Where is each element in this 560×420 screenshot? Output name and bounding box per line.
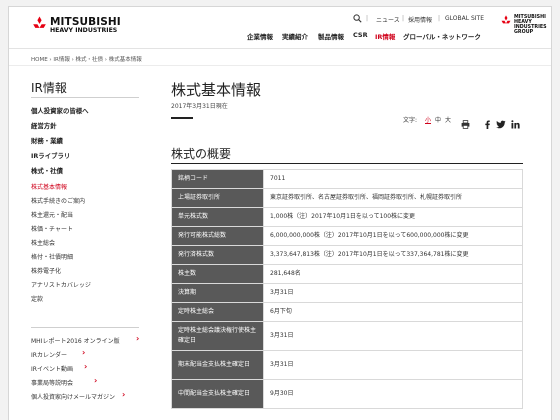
chevron-right-icon: › xyxy=(82,348,86,357)
table-key: 定時株主総会議決権行使株主確定日 xyxy=(171,321,264,351)
group-logo-line: GROUP xyxy=(514,30,534,35)
util-separator: | xyxy=(438,15,441,22)
sidebar-subitem-dematerialization[interactable]: 株券電子化 xyxy=(31,266,61,275)
sidebar-divider xyxy=(31,327,139,328)
font-size-medium[interactable]: 中 xyxy=(435,115,441,124)
sidebar-item-financials[interactable]: 財務・業績 xyxy=(31,136,63,145)
table-row: 単元株式数 1,000株（注）2017年10月1日を以って100株に変更 xyxy=(171,207,523,227)
utility-nav: | ニュース | 採用情報 | GLOBAL SITE xyxy=(9,14,551,25)
table-key: 決算期 xyxy=(171,283,264,303)
nav-item-products[interactable]: 製品情報 xyxy=(318,31,344,41)
chevron-right-icon: › xyxy=(122,390,126,399)
sidebar-subitem-analyst-coverage[interactable]: アナリストカバレッジ xyxy=(31,280,91,289)
sidebar-link-ir-event-video[interactable]: IRイベント動画 xyxy=(31,364,73,373)
nav-item-global-network[interactable]: グローバル・ネットワーク xyxy=(403,31,481,41)
page-title: 株式基本情報 xyxy=(171,81,262,99)
sidebar-title[interactable]: IR情報 xyxy=(31,79,67,96)
table-value: 3月31日 xyxy=(263,350,523,380)
sidebar-item-stocks-bonds[interactable]: 株式・社債 xyxy=(31,166,63,175)
sidebar-item-individual-investors[interactable]: 個人投資家の皆様へ xyxy=(31,106,89,115)
table-row: 上場証券取引所 東京証券取引所、名古屋証券取引所、福岡証券取引所、札幌証券取引所 xyxy=(171,188,523,208)
table-row: 中間配当金支払株主確定日 9月30日 xyxy=(171,379,523,409)
table-row: 定時株主総会議決権行使株主確定日 3月31日 xyxy=(171,321,523,351)
section-underline xyxy=(171,163,523,164)
sidebar-subitem-ratings-bonds[interactable]: 格付・社債明細 xyxy=(31,252,73,261)
table-row: 銘柄コード 7011 xyxy=(171,169,523,189)
sidebar-link-mhi-report[interactable]: MHIレポート2016 オンライン版 xyxy=(31,336,120,345)
table-key: 銘柄コード xyxy=(171,169,264,189)
sidebar-item-ir-library[interactable]: IRライブラリ xyxy=(31,151,70,160)
breadcrumb[interactable]: HOME › IR情報 › 株式・社債 › 株式基本情報 xyxy=(31,55,142,63)
nav-item-projects[interactable]: 実績紹介 xyxy=(282,31,308,41)
title-underline xyxy=(171,117,193,119)
table-value: 3,373,647,813株（注）2017年10月1日を以って337,364,7… xyxy=(263,245,523,265)
font-size-label: 文字: xyxy=(403,117,418,124)
table-key: 中間配当金支払株主確定日 xyxy=(171,379,264,409)
site-header: MITSUBISHI HEAVY INDUSTRIES | ニュース | 採用情… xyxy=(9,7,551,49)
table-value: 6月下旬 xyxy=(263,302,523,322)
sidebar-item-management-policy[interactable]: 経営方針 xyxy=(31,121,57,130)
table-row: 発行可能株式総数 6,000,000,000株（注）2017年10月1日を以って… xyxy=(171,226,523,246)
table-value: 9月30日 xyxy=(263,379,523,409)
util-separator: | xyxy=(366,15,369,22)
table-key: 単元株式数 xyxy=(171,207,264,227)
sidebar-subitem-procedures[interactable]: 株式手続きのご案内 xyxy=(31,196,85,205)
sidebar-divider xyxy=(31,97,139,98)
util-link-careers[interactable]: 採用情報 xyxy=(408,15,432,24)
table-key: 定時株主総会 xyxy=(171,302,264,322)
twitter-icon[interactable] xyxy=(496,114,506,133)
breadcrumb-divider xyxy=(9,65,551,66)
table-row: 株主数 281,648名 xyxy=(171,264,523,284)
sidebar-subitem-shareholders-meeting[interactable]: 株主総会 xyxy=(31,238,55,247)
table-value: 6,000,000,000株（注）2017年10月1日を以って600,000,0… xyxy=(263,226,523,246)
table-key: 株主数 xyxy=(171,264,264,284)
table-row: 決算期 3月31日 xyxy=(171,283,523,303)
table-value: 1,000株（注）2017年10月1日を以って100株に変更 xyxy=(263,207,523,227)
table-value: 281,648名 xyxy=(263,264,523,284)
sidebar-subitem-articles[interactable]: 定款 xyxy=(31,294,43,303)
util-link-news[interactable]: ニュース xyxy=(376,15,400,24)
table-value: 3月31日 xyxy=(263,283,523,303)
font-size-large[interactable]: 大 xyxy=(445,115,451,124)
search-icon[interactable] xyxy=(353,14,362,25)
chevron-right-icon: › xyxy=(136,334,140,343)
stock-overview-table: 銘柄コード 7011 上場証券取引所 東京証券取引所、名古屋証券取引所、福岡証券… xyxy=(171,169,523,409)
global-nav: 企業情報 実績紹介 製品情報 CSR IR情報 グローバル・ネットワーク xyxy=(9,31,551,41)
nav-item-corporate[interactable]: 企業情報 xyxy=(247,31,273,41)
sidebar-link-business-briefing[interactable]: 事業局等説明会 xyxy=(31,378,73,387)
sidebar-subitem-dividends[interactable]: 株主還元・配当 xyxy=(31,210,73,219)
util-link-global-site[interactable]: GLOBAL SITE xyxy=(445,15,484,22)
table-key: 発行可能株式総数 xyxy=(171,226,264,246)
table-key: 上場証券取引所 xyxy=(171,188,264,208)
as-of-date: 2017年3月31日現在 xyxy=(171,103,228,110)
table-value: 東京証券取引所、名古屋証券取引所、福岡証券取引所、札幌証券取引所 xyxy=(263,188,523,208)
sidebar-link-mail-magazine[interactable]: 個人投資家向けメールマガジン xyxy=(31,392,115,401)
table-row: 定時株主総会 6月下旬 xyxy=(171,302,523,322)
header-divider xyxy=(9,48,551,49)
table-value: 3月31日 xyxy=(263,321,523,351)
nav-item-ir[interactable]: IR情報 xyxy=(375,31,395,41)
page: MITSUBISHI HEAVY INDUSTRIES | ニュース | 採用情… xyxy=(8,6,552,420)
sidebar-subitem-stock-info[interactable]: 株式基本情報 xyxy=(31,182,67,191)
font-size-small[interactable]: 小 xyxy=(425,115,431,124)
sidebar-link-ir-calendar[interactable]: IRカレンダー xyxy=(31,350,67,359)
group-logo-icon xyxy=(501,15,511,24)
table-key: 期末配当金支払株主確定日 xyxy=(171,350,264,380)
section-title: 株式の概要 xyxy=(171,147,232,161)
linkedin-icon[interactable] xyxy=(511,114,520,133)
nav-item-csr[interactable]: CSR xyxy=(353,31,368,39)
table-key: 発行済株式数 xyxy=(171,245,264,265)
chevron-right-icon: › xyxy=(84,362,88,371)
table-value: 7011 xyxy=(263,169,523,189)
facebook-icon[interactable] xyxy=(483,114,492,133)
sidebar-subitem-stock-chart[interactable]: 株価・チャート xyxy=(31,224,73,233)
chevron-right-icon: › xyxy=(94,376,98,385)
print-icon[interactable] xyxy=(461,114,470,133)
table-row: 期末配当金支払株主確定日 3月31日 xyxy=(171,350,523,380)
util-separator: | xyxy=(402,15,405,22)
table-row: 発行済株式数 3,373,647,813株（注）2017年10月1日を以って33… xyxy=(171,245,523,265)
